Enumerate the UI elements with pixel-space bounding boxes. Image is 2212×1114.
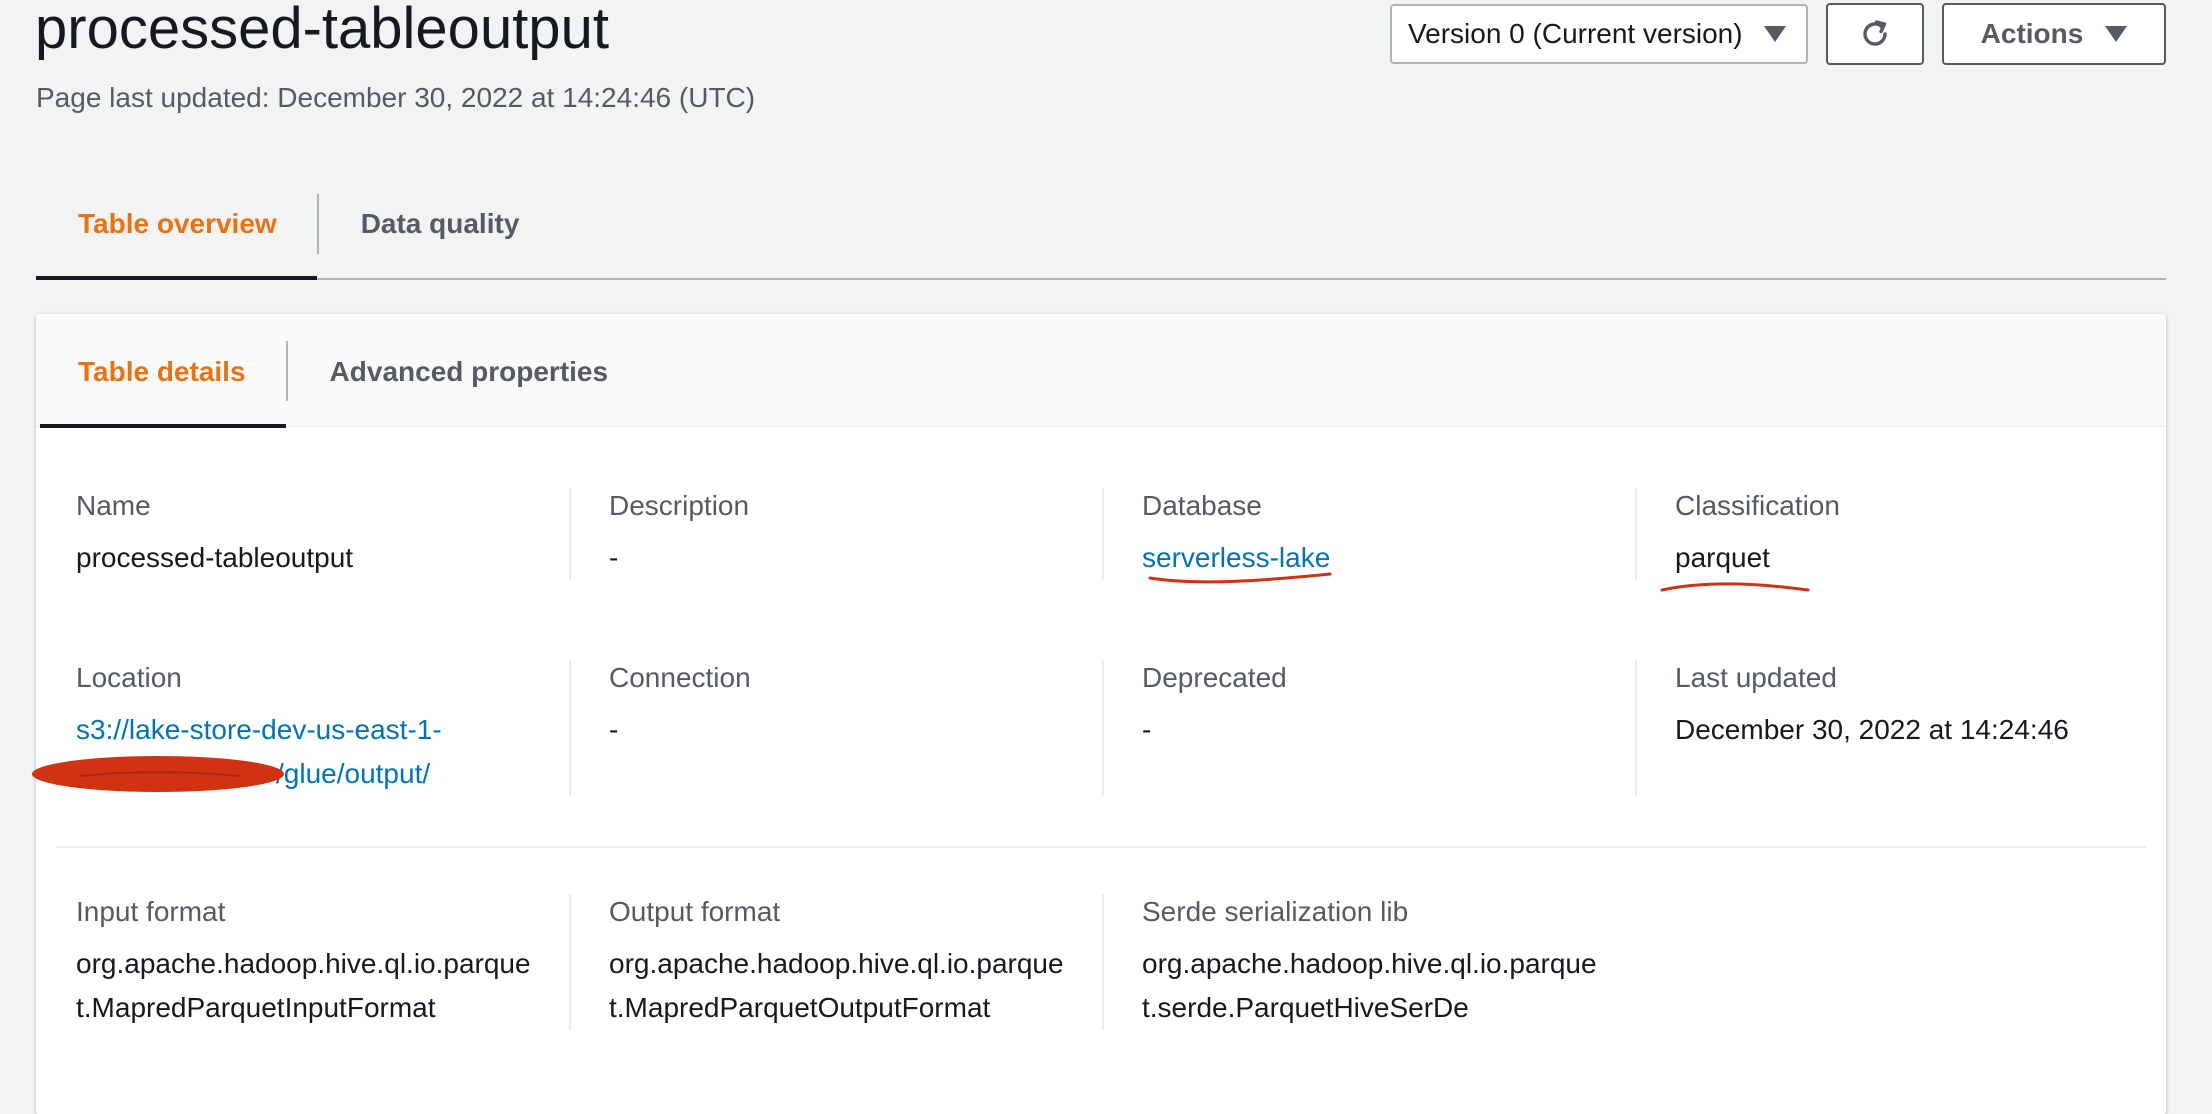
row-separator — [56, 846, 2146, 848]
tab-label: Table details — [78, 356, 246, 387]
field-connection: Connection - — [569, 660, 1102, 796]
version-select[interactable]: Version 0 (Current version) — [1390, 4, 1808, 64]
location-line-2: /glue/output/ — [276, 758, 431, 789]
field-value: December 30, 2022 at 14:24:46 — [1675, 714, 2069, 745]
field-value: org.apache.hadoop.hive.ql.io.parquet.Map… — [76, 948, 531, 1023]
tab-table-overview[interactable]: Table overview — [36, 186, 317, 280]
field-classification: Classification parquet — [1635, 488, 2166, 580]
header-actions: Version 0 (Current version) Actions — [1390, 3, 2166, 65]
location-line-1: s3://lake-store-dev-us-east-1- — [76, 714, 442, 745]
field-label: Name — [76, 490, 151, 521]
version-select-value: Version 0 (Current version) — [1408, 18, 1743, 49]
page-title: processed-tableoutput — [35, 0, 609, 61]
field-deprecated: Deprecated - — [1102, 660, 1635, 796]
page-last-updated: Page last updated: December 30, 2022 at … — [36, 82, 756, 113]
caret-down-icon — [2105, 26, 2128, 42]
field-last-updated: Last updated December 30, 2022 at 14:24:… — [1635, 660, 2166, 796]
field-input-format: Input format org.apache.hadoop.hive.ql.i… — [36, 894, 569, 1030]
field-value: org.apache.hadoop.hive.ql.io.parquet.ser… — [1142, 948, 1597, 1023]
field-serde-lib: Serde serialization lib org.apache.hadoo… — [1102, 894, 1635, 1030]
field-label: Classification — [1675, 490, 1840, 521]
tab-label: Table overview — [78, 208, 277, 239]
field-description: Description - — [569, 488, 1102, 580]
details-row-1: Name processed-tableoutput Description -… — [36, 488, 2166, 580]
field-label: Deprecated — [1142, 662, 1287, 693]
location-link[interactable]: s3://lake-store-dev-us-east-1- /glue/out… — [76, 714, 442, 789]
field-label: Input format — [76, 896, 226, 927]
field-output-format: Output format org.apache.hadoop.hive.ql.… — [569, 894, 1102, 1030]
field-label: Database — [1142, 490, 1262, 521]
tab-advanced-properties[interactable]: Advanced properties — [288, 314, 649, 426]
tab-label: Data quality — [360, 208, 520, 239]
field-location: Location s3://lake-store-dev-us-east-1- … — [36, 660, 569, 796]
field-value: parquet — [1675, 542, 1770, 573]
panel-tabs: Table details Advanced properties — [36, 314, 2166, 428]
refresh-icon — [1863, 20, 1887, 46]
field-label: Output format — [609, 896, 781, 927]
actions-label: Actions — [1980, 18, 2084, 49]
field-value: - — [1142, 714, 1152, 745]
tab-table-details[interactable]: Table details — [40, 314, 286, 428]
table-details-panel: Table details Advanced properties Name p… — [36, 314, 2166, 1114]
field-database: Database serverless-lake — [1102, 488, 1635, 580]
field-value: - — [609, 714, 619, 745]
actions-button[interactable]: Actions — [1942, 3, 2166, 65]
details-row-3: Input format org.apache.hadoop.hive.ql.i… — [36, 894, 1635, 1030]
field-value: org.apache.hadoop.hive.ql.io.parquet.Map… — [609, 948, 1064, 1023]
field-label: Description — [609, 490, 750, 521]
field-label: Location — [76, 662, 182, 693]
field-value: processed-tableoutput — [76, 542, 354, 573]
field-value: - — [609, 542, 619, 573]
details-row-2: Location s3://lake-store-dev-us-east-1- … — [36, 660, 2166, 796]
caret-down-icon — [1764, 26, 1786, 42]
field-label: Serde serialization lib — [1142, 896, 1409, 927]
field-label: Last updated — [1675, 662, 1837, 693]
field-label: Connection — [609, 662, 751, 693]
refresh-button[interactable] — [1826, 3, 1924, 65]
tab-data-quality[interactable]: Data quality — [319, 186, 560, 278]
top-tabs: Table overview Data quality — [36, 186, 2166, 280]
field-name: Name processed-tableoutput — [36, 488, 569, 580]
tab-label: Advanced properties — [329, 356, 609, 387]
database-link[interactable]: serverless-lake — [1142, 542, 1330, 573]
